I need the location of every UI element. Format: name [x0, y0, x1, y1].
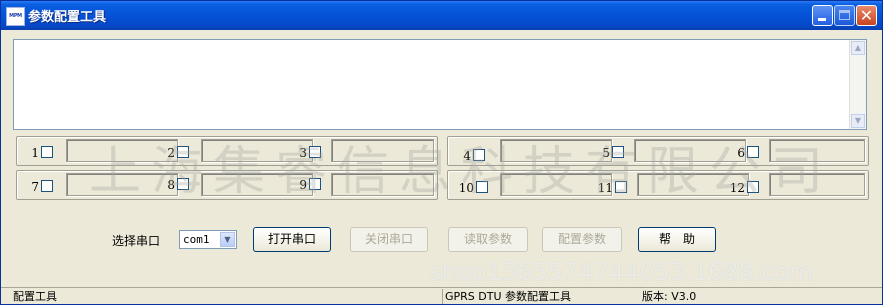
shop-watermark: shop1365574744053.1688.com [429, 258, 813, 286]
channel-checkbox[interactable] [41, 180, 53, 192]
channel-1: 1 [21, 143, 63, 161]
port-select-value: com1 [183, 233, 210, 246]
close-button[interactable]: ✕ [856, 5, 877, 26]
app-window: MPM 参数配置工具 ✕ ▲ ▼ 1 2 3 4 5 6 7 8 9 10 11… [0, 0, 883, 305]
app-icon: MPM [6, 7, 25, 26]
scroll-down-icon[interactable]: ▼ [851, 114, 865, 128]
port-select[interactable]: com1 ▼ [179, 230, 237, 249]
title-bar[interactable]: MPM 参数配置工具 ✕ [1, 1, 882, 30]
minimize-icon [818, 18, 826, 21]
close-icon: ✕ [859, 6, 874, 25]
channel-checkbox[interactable] [41, 146, 53, 158]
channel-number: 1 [31, 146, 39, 160]
maximize-button[interactable] [834, 5, 855, 26]
open-port-button[interactable]: 打开串口 [253, 227, 331, 252]
config-params-button[interactable]: 配置参数 [542, 227, 622, 252]
read-params-button[interactable]: 读取参数 [448, 227, 528, 252]
log-textarea[interactable]: ▲ ▼ [13, 39, 867, 130]
log-scrollbar[interactable]: ▲ ▼ [849, 40, 866, 129]
status-bar: 配置工具 GPRS DTU 参数配置工具 版本: V3.0 [1, 287, 882, 304]
port-label: 选择串口 [112, 234, 161, 248]
minimize-button[interactable] [812, 5, 833, 26]
channel-number: 7 [31, 180, 39, 194]
close-port-button[interactable]: 关闭串口 [350, 227, 428, 252]
maximize-icon [839, 10, 850, 20]
channel-7: 7 [21, 177, 63, 195]
company-watermark: 上海集睿信息科技有限公司 [89, 142, 834, 202]
scroll-up-icon[interactable]: ▲ [851, 41, 865, 55]
window-title: 参数配置工具 [28, 10, 107, 25]
status-pane-right: 版本: V3.0 [642, 290, 697, 303]
help-button[interactable]: 帮 助 [638, 227, 716, 252]
status-pane-middle: GPRS DTU 参数配置工具 [442, 289, 635, 304]
status-pane-left: 配置工具 [13, 290, 57, 303]
chevron-down-icon[interactable]: ▼ [220, 232, 235, 247]
